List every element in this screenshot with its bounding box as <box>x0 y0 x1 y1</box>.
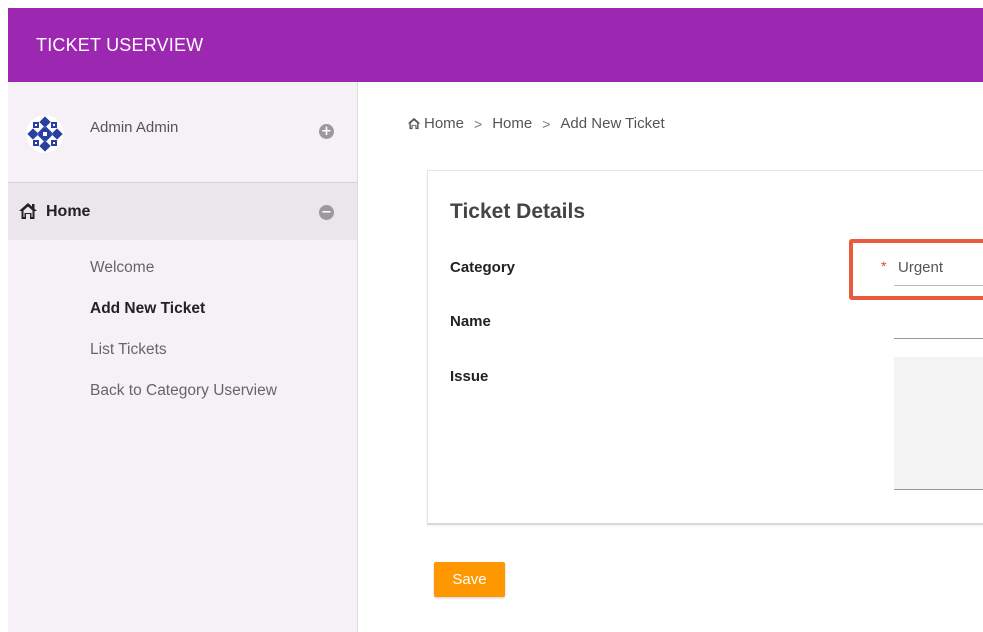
sidebar-item-list-tickets[interactable]: List Tickets <box>90 341 167 359</box>
user-profile: Admin Admin + <box>8 82 357 183</box>
sidebar-item-back-to-category[interactable]: Back to Category Userview <box>90 382 277 400</box>
sidebar-item-label: Home <box>46 203 91 220</box>
chevron-right-icon: > <box>542 115 551 132</box>
home-icon[interactable] <box>407 117 421 130</box>
breadcrumb: Home > Home > Add New Ticket <box>407 115 665 132</box>
app-title: TICKET USERVIEW <box>36 34 204 55</box>
category-label: Category <box>450 259 516 276</box>
app-header: TICKET USERVIEW <box>8 8 983 82</box>
sidebar-item-add-new-ticket[interactable]: Add New Ticket <box>90 300 205 318</box>
plus-circle-icon[interactable]: + <box>319 124 334 139</box>
form-title: Ticket Details <box>450 200 586 223</box>
name-field[interactable] <box>894 307 983 339</box>
breadcrumb-home-2[interactable]: Home <box>492 115 532 132</box>
category-highlight-box <box>849 239 983 300</box>
avatar <box>26 115 64 153</box>
breadcrumb-current: Add New Ticket <box>560 115 665 132</box>
sidebar-item-home[interactable]: Home − <box>8 183 357 240</box>
ticket-details-card: Ticket Details Category * Urgent Name Is… <box>427 170 983 525</box>
minus-circle-icon[interactable]: − <box>319 205 334 220</box>
home-icon <box>19 203 37 219</box>
save-button[interactable]: Save <box>434 562 505 597</box>
user-name[interactable]: Admin Admin <box>90 119 178 136</box>
chevron-right-icon: > <box>474 115 483 132</box>
issue-label: Issue <box>450 368 489 385</box>
name-label: Name <box>450 313 491 330</box>
issue-textarea[interactable] <box>894 357 983 490</box>
sidebar-item-welcome[interactable]: Welcome <box>90 259 154 277</box>
sidebar: Admin Admin + Home − Welcome Add New Tic… <box>8 82 358 632</box>
breadcrumb-home[interactable]: Home <box>424 115 464 132</box>
